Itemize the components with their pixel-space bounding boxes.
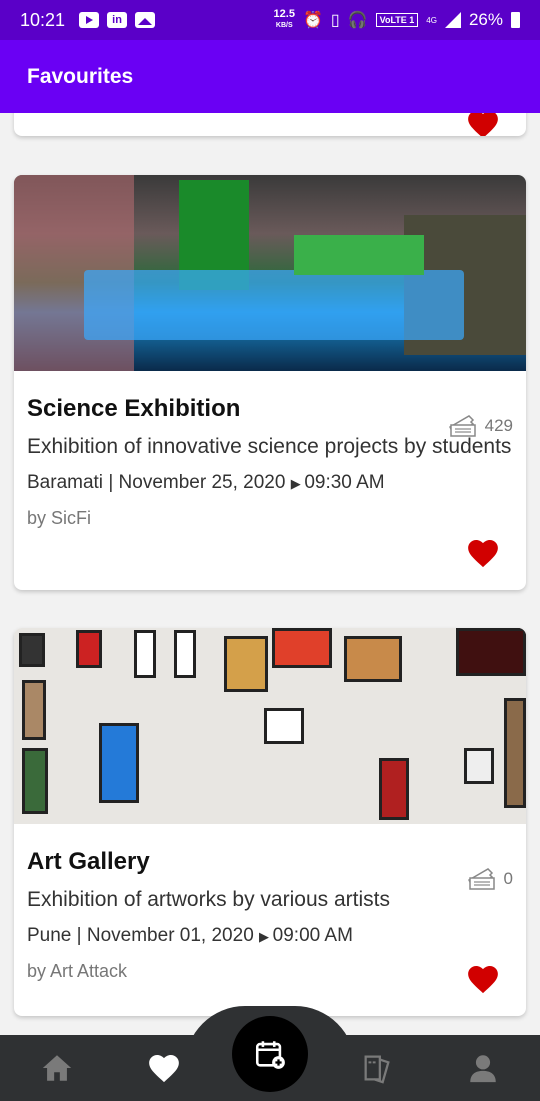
event-image xyxy=(14,628,526,824)
event-time: 09:00 AM xyxy=(272,925,353,946)
meta-separator: | xyxy=(108,472,119,493)
event-meta: Baramati | November 25, 2020 ▶ 09:30 AM xyxy=(27,472,513,494)
ticket-icon xyxy=(467,868,495,890)
event-image xyxy=(14,175,526,371)
event-date: November 01, 2020 xyxy=(86,925,254,946)
event-title: Science Exhibition xyxy=(27,395,241,422)
event-time: 09:30 AM xyxy=(304,472,385,493)
event-card[interactable]: 0 Art Gallery Exhibition of artworks by … xyxy=(14,628,526,1016)
event-card[interactable]: 429 Science Exhibition Exhibition of inn… xyxy=(14,175,526,590)
favourites-list[interactable]: 429 Science Exhibition Exhibition of inn… xyxy=(0,113,540,1035)
image-detail xyxy=(19,633,45,667)
page-title: Favourites xyxy=(27,64,134,88)
image-detail xyxy=(22,748,48,814)
image-detail xyxy=(174,630,196,678)
event-description: Exhibition of artworks by various artist… xyxy=(27,888,390,911)
signal-icon xyxy=(444,12,461,28)
heart-icon[interactable] xyxy=(147,1051,181,1085)
add-event-button[interactable] xyxy=(232,1016,308,1092)
ticket-count: 0 xyxy=(466,866,513,892)
image-detail xyxy=(76,630,102,668)
alarm-icon: ⏰ xyxy=(302,12,323,29)
image-detail xyxy=(344,636,402,682)
image-detail xyxy=(379,758,409,820)
ticket-count: 429 xyxy=(447,413,513,439)
image-detail xyxy=(264,708,304,744)
image-notification-icon xyxy=(135,12,156,28)
image-detail xyxy=(272,628,332,668)
network-type: 4G xyxy=(426,15,437,25)
image-detail xyxy=(99,723,139,803)
event-organizer: by SicFi xyxy=(27,508,92,528)
event-title: Art Gallery xyxy=(27,848,150,875)
favourite-heart-icon[interactable] xyxy=(466,537,500,569)
event-meta: Pune | November 01, 2020 ▶ 09:00 AM xyxy=(27,925,513,947)
linkedin-notification-icon: in xyxy=(107,12,128,28)
favourite-heart-icon[interactable] xyxy=(466,963,500,995)
play-arrow-icon: ▶ xyxy=(290,476,305,491)
ticket-count-value: 429 xyxy=(484,416,513,435)
image-detail xyxy=(134,630,156,678)
event-organizer: by Art Attack xyxy=(27,961,128,981)
event-card-body: 429 Science Exhibition Exhibition of inn… xyxy=(14,395,526,529)
headset-icon: 🎧 xyxy=(347,12,368,29)
event-card-body: 0 Art Gallery Exhibition of artworks by … xyxy=(14,848,526,982)
image-detail xyxy=(22,680,46,740)
image-detail xyxy=(294,235,424,275)
event-card-partial[interactable] xyxy=(14,113,526,136)
network-speed-value: 12.5 xyxy=(273,8,295,20)
battery-percent: 26% xyxy=(468,10,503,29)
network-speed-unit: KB/S xyxy=(275,22,293,29)
play-arrow-icon: ▶ xyxy=(259,929,273,944)
home-icon[interactable] xyxy=(40,1051,74,1085)
battery-icon xyxy=(511,12,520,28)
image-detail xyxy=(456,628,526,676)
calendar-add-icon xyxy=(255,1041,285,1069)
event-location: Baramati xyxy=(27,472,104,493)
event-description: Exhibition of innovative science project… xyxy=(27,435,512,458)
status-indicators: 12.5 KB/S ⏰ ▯ 🎧 VoLTE 1 4G 26% xyxy=(274,9,520,31)
profile-icon[interactable] xyxy=(466,1051,500,1085)
image-detail xyxy=(84,270,464,340)
app-bar: Favourites xyxy=(0,40,540,113)
event-location: Pune xyxy=(27,925,72,946)
status-bar: 10:21 in 12.5 KB/S ⏰ ▯ 🎧 VoLTE 1 4G 26% xyxy=(0,0,540,40)
ticket-icon xyxy=(448,415,476,437)
volte-badge: VoLTE 1 xyxy=(375,13,419,27)
image-detail xyxy=(504,698,526,808)
event-date: November 25, 2020 xyxy=(118,472,286,493)
tickets-icon[interactable] xyxy=(360,1051,394,1085)
vibrate-icon: ▯ xyxy=(330,12,340,29)
image-detail xyxy=(224,636,268,692)
network-speed: 12.5 KB/S xyxy=(274,9,295,31)
youtube-notification-icon xyxy=(79,12,100,28)
ticket-count-value: 0 xyxy=(503,869,513,888)
image-detail xyxy=(464,748,494,784)
meta-separator: | xyxy=(76,925,87,946)
favourite-heart-icon[interactable] xyxy=(466,113,500,136)
status-time: 10:21 xyxy=(20,9,66,30)
